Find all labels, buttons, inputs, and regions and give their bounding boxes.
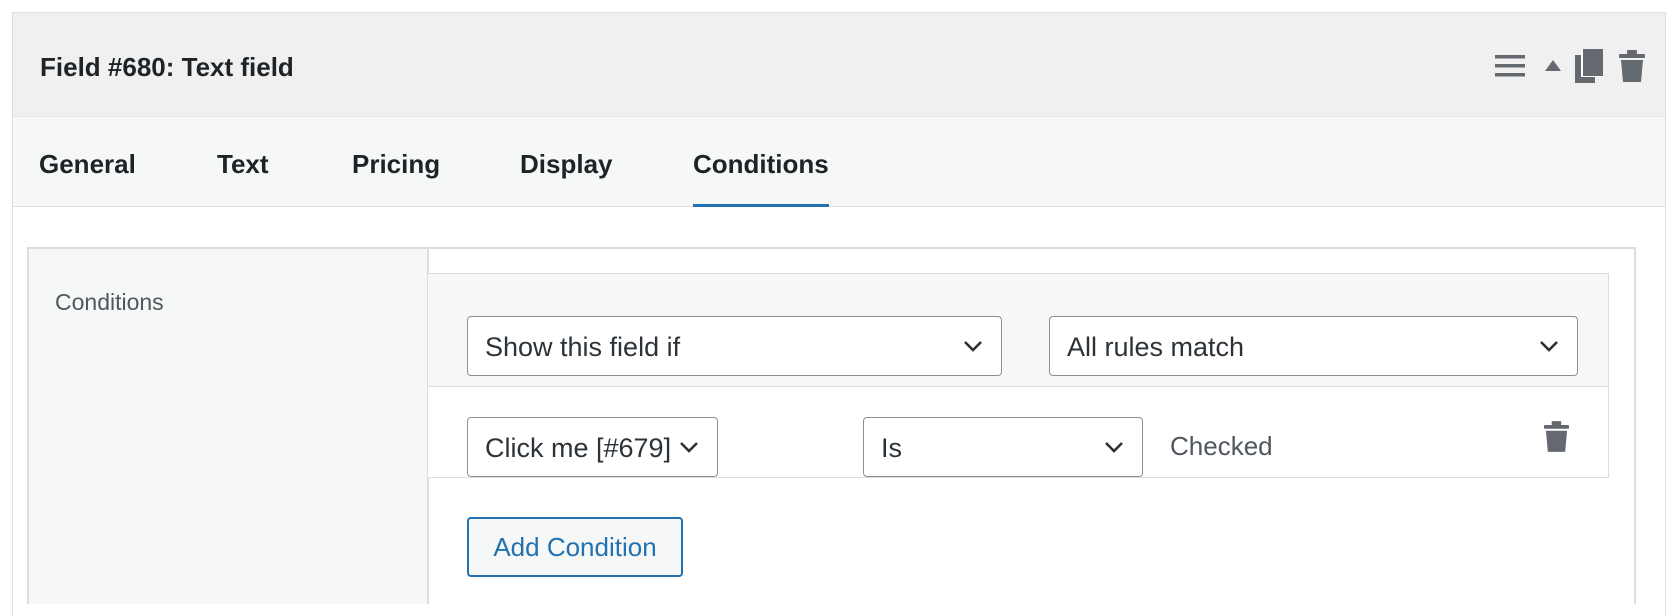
settings-label-column: Conditions	[29, 249, 429, 604]
tab-conditions[interactable]: Conditions	[693, 147, 829, 207]
rule-field-select-value: Click me [#679]	[485, 433, 672, 463]
chevron-down-icon	[963, 339, 983, 357]
visibility-select-value: Show this field if	[485, 332, 681, 362]
match-select[interactable]: All rules match	[1049, 316, 1578, 376]
panel-header: Field #680: Text field	[13, 13, 1665, 117]
duplicate-icon[interactable]	[1575, 49, 1603, 83]
menu-icon[interactable]	[1495, 55, 1525, 77]
tab-text[interactable]: Text	[217, 147, 269, 207]
rule-value-text: Checked	[1170, 431, 1273, 461]
tab-bar: General Text Pricing Display Conditions	[13, 117, 1665, 207]
visibility-select[interactable]: Show this field if	[467, 316, 1002, 376]
rule-field-select[interactable]: Click me [#679]	[467, 417, 718, 477]
header-actions	[1495, 49, 1645, 83]
rule-operator-select-value: Is	[881, 433, 903, 463]
tab-display[interactable]: Display	[520, 147, 613, 207]
chevron-down-icon	[1104, 440, 1124, 458]
trash-icon[interactable]	[1619, 50, 1645, 82]
chevron-down-icon	[1539, 339, 1559, 357]
tab-pricing[interactable]: Pricing	[352, 147, 440, 207]
panel-title: Field #680: Text field	[40, 52, 294, 82]
collapse-up-icon[interactable]	[1545, 60, 1561, 72]
match-select-value: All rules match	[1067, 332, 1245, 362]
trash-icon[interactable]	[1544, 421, 1569, 457]
add-condition-button[interactable]: Add Condition	[467, 517, 683, 577]
rule-operator-select[interactable]: Is	[863, 417, 1143, 477]
settings-label: Conditions	[55, 289, 164, 315]
chevron-down-icon	[679, 440, 699, 458]
tab-general[interactable]: General	[39, 147, 136, 207]
